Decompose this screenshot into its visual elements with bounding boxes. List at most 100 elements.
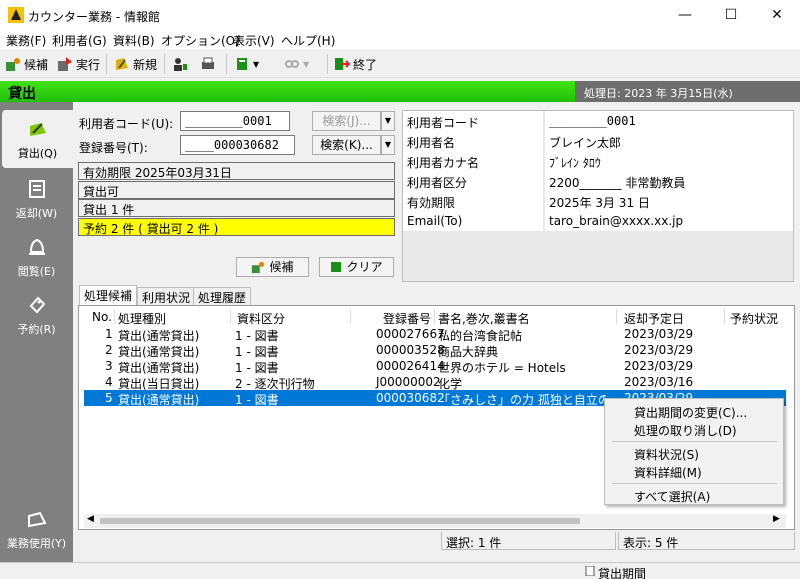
reserve-icon	[29, 296, 45, 314]
processing-date: 処理日: 2023 年 3月15日(水)	[584, 87, 733, 100]
clear-button-label: クリア	[346, 260, 383, 274]
nav-item-return[interactable]: 返却(W)	[0, 178, 73, 221]
screen-title: 貸出	[8, 86, 36, 102]
user-code-input[interactable]: ________0001	[180, 111, 290, 131]
info-row-email: Email(To) taro_brain@xxxx.xx.jp	[403, 211, 793, 231]
nav-item-business[interactable]: 業務使用(Y)	[0, 508, 73, 551]
tab-usage[interactable]: 利用状況	[137, 287, 196, 305]
info-key: 利用者カナ名	[407, 156, 480, 170]
col-separator[interactable]	[114, 309, 115, 324]
col-separator[interactable]	[434, 309, 435, 324]
info-row-user-class: 利用者区分 2200_______ 非常勤教員	[403, 171, 793, 191]
search-material-dropdown[interactable]: ▼	[381, 135, 395, 155]
table-row[interactable]: 3 貸出(通常貸出) 1 - 図書 000026414 世界のホテル = Hot…	[84, 358, 786, 375]
menu-business[interactable]: 業務(F)	[6, 32, 46, 49]
nav-item-lend[interactable]: 貸出(Q)	[2, 110, 73, 168]
candidates-icon	[252, 261, 265, 274]
col-header-reg-no[interactable]: 登録番号	[383, 310, 431, 327]
cell-reg-no: 000027667	[376, 327, 445, 341]
new-tool-button[interactable]: 新規	[114, 54, 157, 74]
menu-user[interactable]: 利用者(G)	[52, 32, 107, 49]
expiry-status: 有効期限 2025年03月31日	[78, 162, 395, 180]
nav-item-reserve[interactable]: 予約(R)	[0, 294, 73, 337]
col-separator[interactable]	[616, 309, 617, 324]
minimize-button[interactable]: —	[662, 0, 708, 30]
candidates-tool-label: 候補	[24, 57, 49, 72]
selected-count: 選択: 1 件	[441, 532, 616, 550]
table-row[interactable]: 2 貸出(通常貸出) 1 - 図書 000003528 商品大辞典 2023/0…	[84, 342, 786, 359]
cell-type: 貸出(通常貸出)	[118, 393, 200, 407]
info-key: 有効期限	[407, 196, 456, 210]
col-header-category[interactable]: 資料区分	[237, 310, 285, 327]
tab-history[interactable]: 処理履歴	[193, 287, 252, 305]
user-tool-button[interactable]	[172, 54, 188, 74]
status-bar	[0, 562, 800, 579]
ctx-material-status[interactable]: 資料状況(S)	[634, 446, 699, 463]
search-material-button[interactable]: 検索(K)...	[312, 135, 381, 155]
col-separator[interactable]	[724, 309, 725, 324]
col-header-type[interactable]: 処理種別	[118, 310, 166, 327]
disabled-tool-button: ▼	[284, 54, 309, 74]
cell-no: 4	[105, 375, 113, 389]
table-row[interactable]: 4 貸出(当日貸出) 2 - 逐次刊行物 J00000002 化学 2023/0…	[84, 374, 786, 391]
status-bar-text: 貸出期間	[598, 567, 647, 579]
user-icon	[174, 58, 187, 71]
info-key: 利用者コード	[407, 116, 480, 130]
nav-lend-label: 貸出(Q)	[17, 147, 58, 160]
cell-no: 1	[105, 327, 113, 341]
reg-no-input[interactable]: ____000030682	[180, 135, 295, 155]
info-value: ________0001	[545, 111, 793, 131]
nav-item-reading[interactable]: 閲覧(E)	[0, 236, 73, 279]
toolbar-separator	[327, 54, 328, 74]
col-separator[interactable]	[230, 309, 231, 324]
search-user-button: 検索(J)...	[312, 111, 381, 131]
close-button[interactable]: ✕	[754, 0, 800, 30]
menu-help[interactable]: ヘルプ(H)	[281, 32, 335, 49]
menu-view[interactable]: 表示(V)	[233, 32, 275, 49]
table-row[interactable]: 1 貸出(通常貸出) 1 - 図書 000027667 私的台湾食記帖 2023…	[84, 326, 786, 343]
cell-reg-no: 000026414	[376, 359, 445, 373]
horizontal-scrollbar[interactable]: ◀ ▶	[84, 514, 786, 528]
ctx-select-all[interactable]: すべて選択(A)	[634, 488, 710, 505]
ctx-material-detail[interactable]: 資料詳細(M)	[634, 464, 702, 481]
print-tool-button[interactable]	[200, 54, 216, 74]
scroll-left-icon[interactable]: ◀	[87, 514, 94, 524]
col-header-no[interactable]: No.	[92, 310, 112, 324]
ctx-change-period[interactable]: 貸出期間の変更(C)...	[634, 404, 747, 421]
cell-reg-no: J00000002	[376, 375, 441, 389]
menu-option[interactable]: オプション(O)	[161, 32, 240, 49]
chevron-down-icon: ▼	[303, 59, 310, 69]
book-tool-button[interactable]: ▼	[234, 54, 259, 74]
nav-reserve-label: 予約(R)	[17, 323, 56, 336]
scroll-thumb[interactable]	[100, 518, 580, 524]
candidates-button[interactable]: 候補	[236, 257, 309, 277]
col-header-due-date[interactable]: 返却予定日	[624, 310, 684, 327]
info-value: 2200_______ 非常勤教員	[545, 171, 793, 191]
execute-icon	[58, 57, 72, 71]
menu-material[interactable]: 資料(B)	[113, 32, 155, 49]
ctx-cancel-process[interactable]: 処理の取り消し(D)	[634, 422, 737, 439]
print-icon	[202, 57, 214, 69]
link-icon	[285, 60, 299, 68]
end-tool-button[interactable]: 終了	[334, 54, 377, 74]
app-logo-icon	[8, 7, 24, 23]
cell-title: 「さみしさ」の力 孤独と自立の心理学	[438, 393, 606, 407]
col-header-title[interactable]: 書名,巻次,叢書名	[438, 310, 530, 327]
candidates-tool-button[interactable]: 候補	[5, 54, 48, 74]
tab-candidates[interactable]: 処理候補	[79, 285, 138, 306]
scroll-right-icon[interactable]: ▶	[773, 514, 780, 524]
info-key: 利用者区分	[407, 176, 468, 190]
nav-reading-label: 閲覧(E)	[17, 265, 56, 278]
maximize-button[interactable]: ☐	[708, 0, 754, 30]
col-header-reserve[interactable]: 予約状況	[730, 310, 778, 327]
execute-tool-button[interactable]: 実行	[57, 54, 100, 74]
info-key: 利用者名	[407, 136, 456, 150]
document-icon	[585, 566, 595, 576]
chevron-down-icon[interactable]: ▼	[253, 60, 259, 69]
col-separator[interactable]	[350, 309, 351, 324]
lend-count-status: 貸出 1 件	[78, 199, 395, 217]
clear-button[interactable]: クリア	[319, 257, 394, 277]
reg-no-label: 登録番号(T):	[79, 141, 148, 155]
candidates-button-label: 候補	[269, 260, 294, 274]
info-key: Email(To)	[407, 214, 463, 228]
